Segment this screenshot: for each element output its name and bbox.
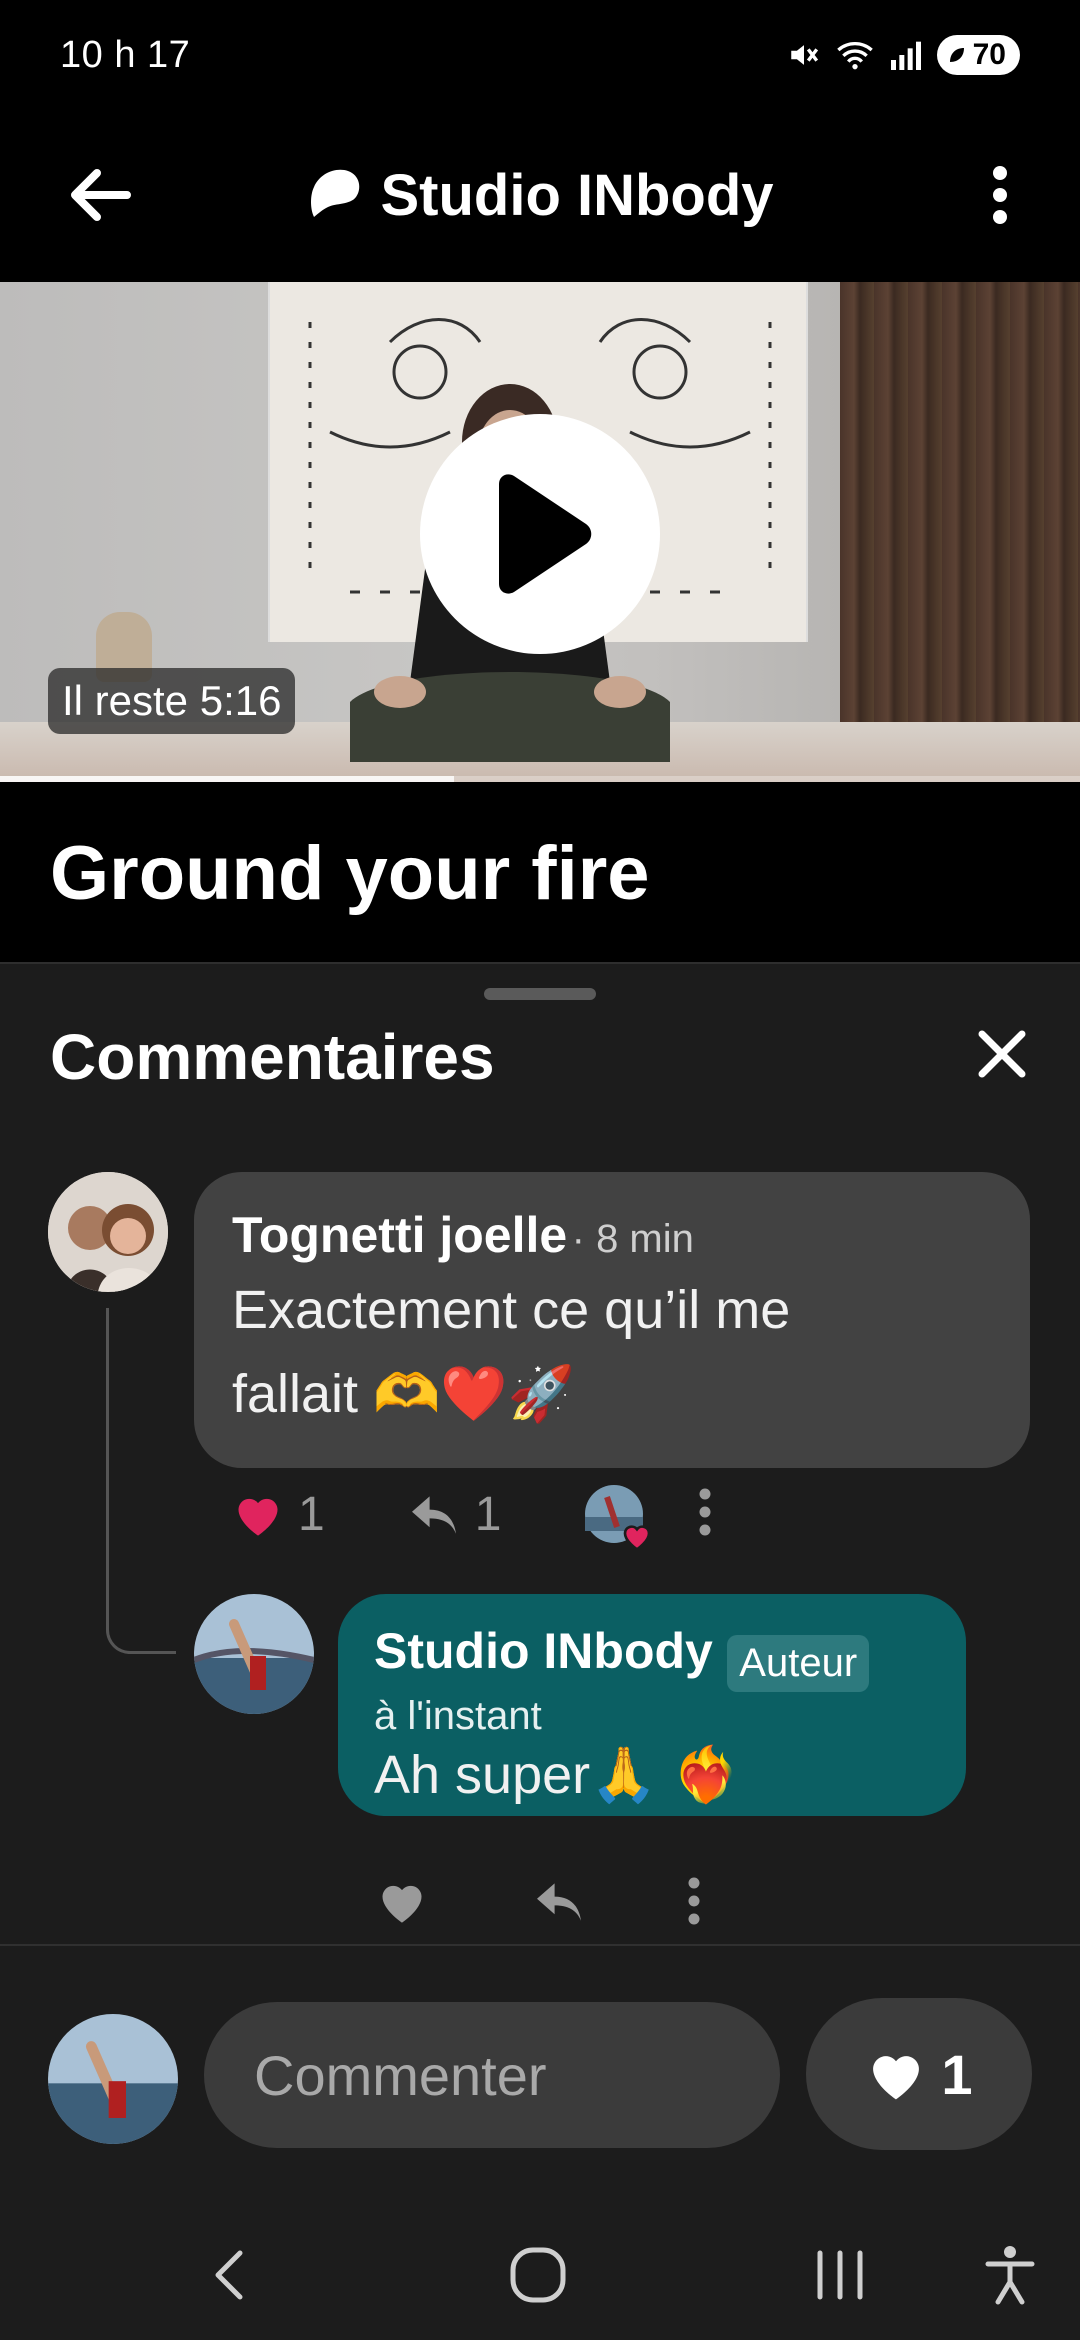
back-button[interactable] (60, 155, 140, 235)
reply-time: à l'instant (374, 1694, 542, 1739)
reply-text: Ah super🙏 ❤️‍🔥 (374, 1745, 740, 1806)
mute-icon (787, 38, 821, 72)
more-options-button[interactable] (960, 155, 1040, 235)
creator-title[interactable]: Studio INbody (306, 162, 774, 229)
accessibility-icon (985, 2246, 1035, 2305)
comment-text-line2: fallait 🫶❤️🚀 (232, 1364, 575, 1424)
wifi-icon (835, 38, 875, 72)
header-title: Studio INbody (380, 162, 774, 228)
reply-thread-line (106, 1308, 176, 1654)
battery-indicator: 70 (936, 35, 1020, 75)
more-vertical-icon (688, 1877, 700, 1924)
heart-icon (382, 1885, 422, 1923)
author-badge: Auteur (727, 1635, 870, 1693)
reply-to-reply-button[interactable] (532, 1879, 586, 1928)
system-navigation-bar (0, 2210, 1080, 2340)
time-remaining: Il reste 5:16 (48, 668, 296, 734)
app-header: Studio INbody (0, 110, 1080, 280)
more-vertical-icon (699, 1488, 711, 1535)
video-progress-fill (0, 776, 454, 782)
post-like-count: 1 (941, 2042, 973, 2106)
close-comments-button[interactable] (962, 1014, 1042, 1094)
leaf-icon (947, 45, 967, 65)
video-title: Ground your fire (50, 831, 650, 916)
play-button[interactable] (420, 414, 660, 654)
heart-icon (873, 2056, 920, 2100)
reply-button[interactable]: 1 (407, 1487, 502, 1542)
video-player[interactable]: Il reste 5:16 (0, 282, 1080, 782)
heart-badge-icon (624, 1525, 651, 1551)
comments-sheet: Commentaires Tognetti joelle · 8 min Exa… (0, 962, 1080, 2340)
patreon-logo-icon (306, 165, 362, 226)
status-bar: 10 h 17 70 (0, 0, 1080, 110)
more-vertical-icon (993, 166, 1007, 224)
status-icons: 70 (787, 35, 1020, 75)
reply-count: 1 (474, 1487, 502, 1541)
nav-back-button[interactable] (210, 2247, 250, 2303)
comments-title: Commentaires (50, 1021, 495, 1093)
reply-actions (376, 1868, 702, 1938)
like-count: 1 (298, 1487, 325, 1541)
video-progress-track[interactable] (0, 776, 1080, 782)
current-user-avatar (48, 2014, 178, 2144)
comment-bubble: Tognetti joelle · 8 min Exactement ce qu… (194, 1172, 1030, 1468)
arrow-left-icon (71, 169, 131, 221)
heart-icon (238, 1498, 278, 1536)
avatar[interactable] (48, 1172, 168, 1292)
reply-icon (411, 1496, 456, 1534)
comment-text: Exactement ce qu’il me (232, 1280, 791, 1340)
battery-level: 70 (972, 38, 1006, 71)
reply-author[interactable]: Studio INbody (374, 1623, 713, 1679)
avatar[interactable] (194, 1594, 314, 1714)
reply-icon (537, 1882, 581, 1921)
home-icon (510, 2247, 566, 2303)
comment-time: · 8 min (571, 1217, 694, 1261)
nav-home-button[interactable] (508, 2245, 568, 2305)
reply-more-button[interactable] (686, 1877, 702, 1930)
room-divider (840, 282, 1080, 782)
chevron-left-icon (215, 2250, 243, 2300)
nav-recents-button[interactable] (812, 2249, 868, 2301)
play-icon (499, 474, 592, 594)
signal-icon (889, 40, 923, 70)
comment-author[interactable]: Tognetti joelle (232, 1207, 567, 1263)
comment-input[interactable]: Commenter (204, 2002, 780, 2148)
comment-actions: 1 1 (232, 1474, 713, 1554)
close-icon (978, 1030, 1026, 1078)
recents-icon (817, 2250, 863, 2300)
accessibility-button[interactable] (984, 2244, 1036, 2306)
composer-divider (0, 1944, 1080, 1946)
like-comment-button[interactable]: 1 (232, 1487, 325, 1542)
author-reply-bubble: Studio INbody Auteur à l'instant Ah supe… (338, 1594, 966, 1816)
comment-more-button[interactable] (697, 1488, 713, 1541)
sheet-drag-handle[interactable] (484, 988, 596, 1000)
like-reply-button[interactable] (376, 1877, 428, 1930)
status-time: 10 h 17 (60, 33, 191, 76)
like-post-button[interactable]: 1 (806, 1998, 1032, 2150)
liked-by-avatar[interactable] (583, 1483, 651, 1551)
